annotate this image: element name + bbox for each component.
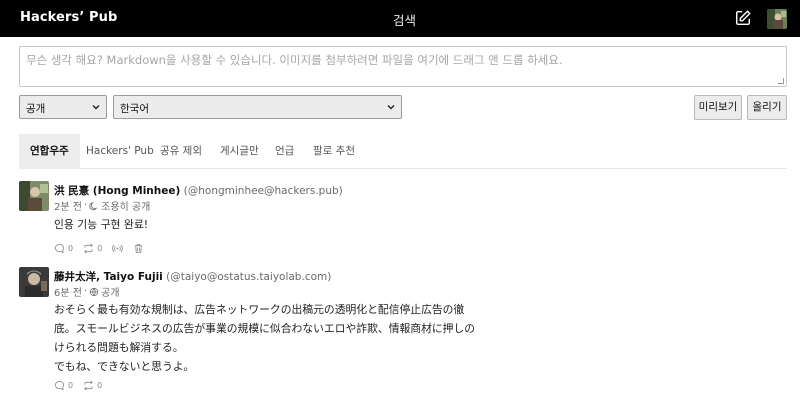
moon-icon: [89, 201, 98, 210]
reply-bubble-icon: [54, 243, 65, 254]
globe-icon: [90, 287, 99, 296]
post-meta: 2분 전 · 조용히 공개: [54, 198, 150, 213]
search-link[interactable]: 검색: [393, 10, 416, 29]
post-visibility: 조용히 공개: [101, 202, 151, 213]
language-select-value: 한국어: [120, 103, 149, 115]
compose-icon[interactable]: [734, 9, 752, 27]
share-button[interactable]: 0: [83, 380, 102, 391]
delete-button[interactable]: [133, 243, 144, 254]
share-count: 0: [97, 381, 103, 390]
author-avatar[interactable]: [19, 181, 49, 211]
post-content-line: けられる問題も解消する。: [54, 341, 184, 354]
reply-bubble-icon: [54, 380, 65, 391]
share-count: 0: [97, 244, 103, 253]
post-time[interactable]: 6분 전: [54, 284, 82, 299]
post-button[interactable]: 올리기: [747, 95, 787, 120]
user-avatar[interactable]: [767, 9, 787, 29]
preview-button[interactable]: 미리보기: [694, 95, 742, 120]
visibility-select-value: 공개: [26, 103, 46, 115]
post-author[interactable]: 洪 民憙 (Hong Minhee) (@hongminhee@hackers.…: [54, 183, 343, 198]
timeline-tabs: 연합우주 Hackers' Pub 공유 제외 게시글만 언급 팔로 추천: [19, 134, 787, 169]
reply-button[interactable]: 0: [54, 380, 73, 391]
trash-icon: [135, 244, 143, 254]
tab-fediverse[interactable]: 연합우주: [19, 134, 80, 169]
post-meta: 6분 전 · 공개: [54, 284, 120, 299]
post-actions: 0 0: [54, 243, 150, 254]
post-content-line: 底。スモールビジネスの広告が事業の規模に似合わないエロや詐欺、情報商材に押しの: [54, 322, 476, 335]
tab-follow-recommendations[interactable]: 팔로 추천: [302, 134, 366, 169]
author-handle[interactable]: (@hongminhee@hackers.pub): [184, 185, 343, 197]
share-icon: [84, 380, 93, 391]
author-name[interactable]: 洪 民憙 (Hong Minhee): [54, 185, 180, 197]
tab-without-shares[interactable]: 공유 제외: [149, 134, 213, 169]
post-visibility: 공개: [101, 288, 120, 299]
post-content-line: でもね、できないと思うよ。: [54, 360, 195, 373]
language-select[interactable]: 한국어: [113, 95, 402, 119]
post-author[interactable]: 藤井太洋, Taiyo Fujii (@taiyo@ostatus.taiyol…: [54, 269, 331, 284]
meta-separator: ·: [83, 200, 88, 211]
resize-handle[interactable]: [778, 78, 784, 84]
reply-count: 0: [68, 381, 74, 390]
post-time[interactable]: 2분 전: [54, 198, 82, 213]
share-icon: [84, 243, 93, 254]
broadcast-icon: [112, 244, 123, 253]
author-avatar[interactable]: [19, 267, 49, 297]
tab-articles-only[interactable]: 게시글만: [209, 134, 270, 169]
share-button[interactable]: 0: [83, 243, 102, 254]
chevron-down-icon: [92, 105, 100, 110]
compose-textarea[interactable]: [20, 47, 786, 86]
visibility-select[interactable]: 공개: [19, 95, 107, 119]
author-name[interactable]: 藤井太洋, Taiyo Fujii: [54, 271, 163, 283]
quote-button[interactable]: [112, 243, 123, 254]
chevron-down-icon: [387, 105, 395, 110]
site-brand-link[interactable]: Hackers’ Pub: [20, 10, 117, 25]
compose-box: [19, 46, 787, 87]
reply-count: 0: [68, 244, 74, 253]
post-content-line: おそらく最も有効な規制は、広告ネットワークの出稿元の透明化と配信停止広告の徹: [54, 303, 465, 316]
post-content: おそらく最も有効な規制は、広告ネットワークの出稿元の透明化と配信停止広告の徹 底…: [54, 300, 475, 376]
author-handle[interactable]: (@taiyo@ostatus.taiyolab.com): [166, 271, 331, 283]
reply-button[interactable]: 0: [54, 243, 73, 254]
post-content-line: 인용 기능 구현 완료!: [54, 218, 149, 231]
post-actions: 0 0: [54, 380, 108, 391]
meta-separator: ·: [83, 286, 88, 297]
tab-mentions[interactable]: 언급: [264, 134, 305, 169]
top-navigation-bar: Hackers’ Pub 검색: [0, 0, 800, 37]
post-content: 인용 기능 구현 완료!: [54, 215, 148, 234]
